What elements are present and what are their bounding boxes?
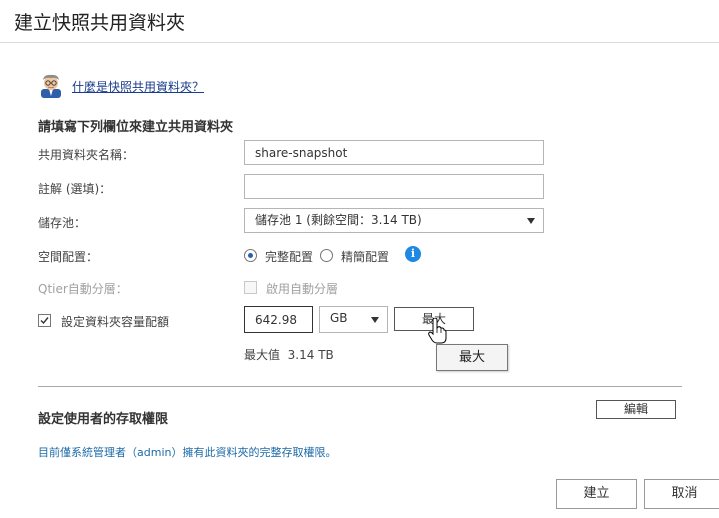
dialog-title: 建立快照共用資料夾 [14, 12, 186, 34]
info-icon[interactable]: i [405, 246, 421, 262]
qtier-checkbox-label: 啟用自動分層 [266, 282, 339, 296]
space-allocation-label: 空間配置： [38, 250, 99, 264]
qtier-checkbox[interactable] [244, 281, 257, 294]
permissions-note: 目前僅系統管理者（admin）擁有此資料夾的完整存取權限。 [38, 446, 337, 459]
quota-checkbox[interactable] [38, 314, 51, 327]
storage-pool-selected-value: 儲存池 1 (剩餘空間：3.14 TB) [255, 213, 422, 227]
permissions-heading: 設定使用者的存取權限 [38, 412, 169, 427]
create-button[interactable]: 建立 [556, 479, 637, 509]
what-is-snapshot-share-link[interactable]: 什麼是快照共用資料夾？ [72, 78, 204, 95]
radio-selected-dot [248, 253, 253, 258]
thin-allocation-option-label[interactable]: 精簡配置 [341, 248, 389, 265]
max-value-amount: 3.14 TB [287, 348, 334, 362]
cancel-button[interactable]: 取消 [644, 479, 719, 509]
hand-cursor-icon [428, 318, 447, 344]
max-value-caption: 最大值 [244, 348, 281, 362]
quota-size-input[interactable] [244, 306, 313, 333]
checkmark-icon [40, 317, 49, 325]
chevron-down-icon [527, 218, 535, 224]
share-name-input[interactable] [244, 140, 544, 165]
share-name-label: 共用資料夾名稱： [38, 148, 135, 162]
full-allocation-option-label[interactable]: 完整配置 [265, 248, 313, 265]
qtier-label: Qtier自動分層： [38, 282, 128, 296]
storage-pool-select[interactable]: 儲存池 1 (剩餘空間：3.14 TB) [244, 208, 544, 233]
section-divider [38, 386, 682, 387]
comment-input[interactable] [244, 174, 544, 199]
quota-unit-value: GB [330, 311, 348, 325]
storage-pool-label: 儲存池： [38, 216, 87, 230]
title-divider [0, 42, 719, 43]
full-allocation-radio[interactable] [244, 249, 257, 262]
edit-permissions-button[interactable]: 編輯 [596, 400, 676, 419]
helper-avatar-icon [41, 74, 61, 98]
form-heading: 請填寫下列欄位來建立共用資料夾 [38, 120, 234, 135]
chevron-down-icon [371, 317, 379, 323]
quota-checkbox-label: 設定資料夾容量配額 [61, 315, 170, 329]
max-value-label: 最大值 3.14 TB [244, 346, 334, 363]
thin-allocation-radio[interactable] [320, 249, 333, 262]
quota-unit-select[interactable]: GB [319, 306, 388, 333]
comment-label: 註解 (選填)： [38, 182, 112, 196]
max-tooltip: 最大 [436, 344, 508, 371]
